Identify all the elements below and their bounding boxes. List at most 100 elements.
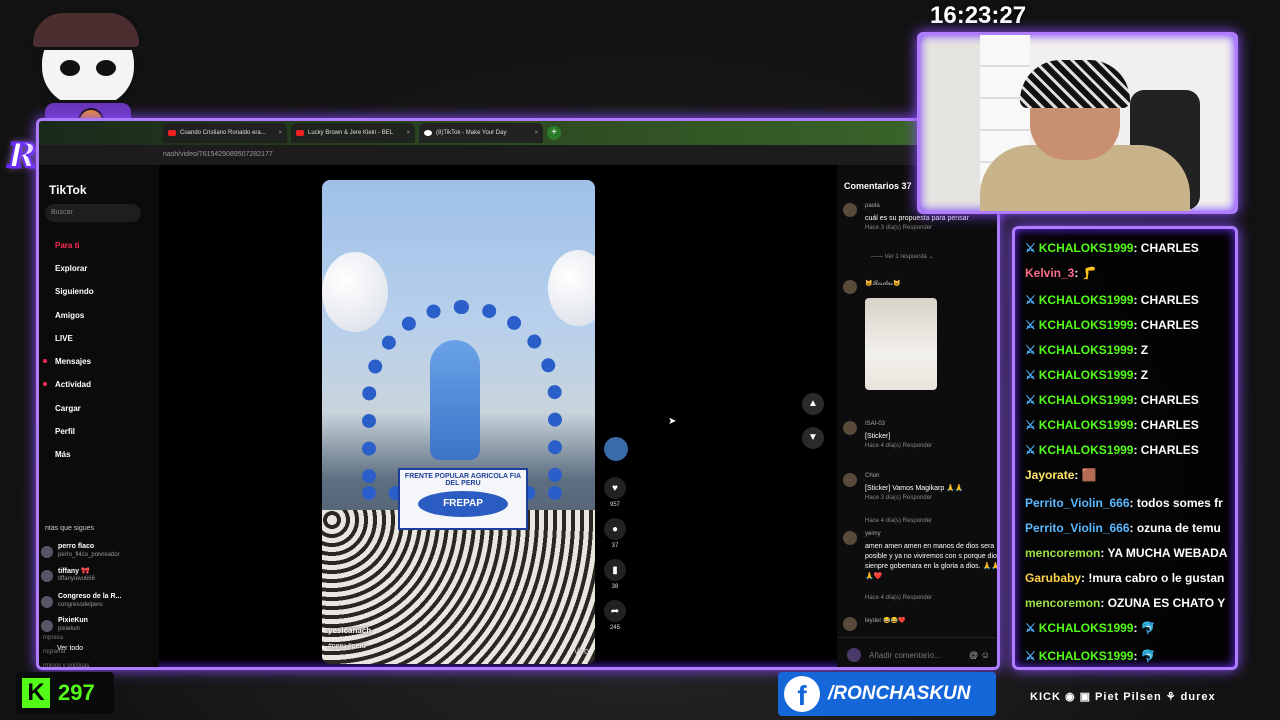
- sword-badge-icon: ⚔: [1025, 343, 1036, 357]
- previous-video-button[interactable]: ▲: [802, 393, 824, 415]
- search-input[interactable]: Buscar: [45, 204, 141, 222]
- chat-username[interactable]: KCHALOKS1999: [1039, 393, 1134, 407]
- nav-cargar[interactable]: Cargar: [55, 404, 81, 413]
- address-bar[interactable]: nash/video/7615429089507282177: [39, 145, 997, 165]
- chat-username[interactable]: Kelvin_3: [1025, 266, 1074, 280]
- comment-meta[interactable]: Hace 4 día(s) Responder: [865, 443, 932, 449]
- kick-chat: ⚔ KCHALOKS1999: CHARLES Kelvin_3: 🦵 ⚔ KCHALO…: [1012, 226, 1238, 670]
- chat-text: : 🦵: [1074, 266, 1097, 280]
- sword-badge-icon: ⚔: [1025, 649, 1036, 663]
- comment-icon[interactable]: ●: [604, 518, 626, 540]
- comment-meta[interactable]: Hace 3 día(s) Responder: [865, 495, 932, 501]
- nav-explorar[interactable]: Explorar: [55, 264, 87, 273]
- action-comment[interactable]: ● 37: [604, 518, 626, 549]
- new-tab-button[interactable]: +: [547, 126, 561, 140]
- browser-tab[interactable]: Cuando Cristiano Ronaldo era... ×: [163, 123, 287, 143]
- chat-username[interactable]: KCHALOKS1999: [1039, 649, 1134, 663]
- action-bookmark[interactable]: ▮ 38: [604, 559, 626, 590]
- chat-username[interactable]: Perrito_Violin_666: [1025, 496, 1130, 510]
- next-video-button[interactable]: ▼: [802, 427, 824, 449]
- tiktok-logo[interactable]: TikTok: [49, 183, 87, 197]
- nav-ms[interactable]: Más: [55, 450, 71, 459]
- comment-user[interactable]: 😺𝓡𝓲𝓼𝓲𝓽𝓪𝓼😺: [865, 280, 901, 288]
- chat-username[interactable]: KCHALOKS1999: [1039, 241, 1134, 255]
- followed-account[interactable]: tiffany 🎀 tiffanyuwu666: [41, 567, 159, 589]
- close-icon[interactable]: ×: [278, 130, 282, 136]
- nav-amigos[interactable]: Amigos: [55, 311, 84, 320]
- tab-label: (8)TikTok - Make Your Day: [436, 130, 507, 136]
- chat-username[interactable]: mencoremon: [1025, 546, 1100, 560]
- close-icon[interactable]: ×: [534, 130, 538, 136]
- chat-username[interactable]: KCHALOKS1999: [1039, 443, 1134, 457]
- nav-parati[interactable]: Para ti: [55, 241, 79, 250]
- close-icon[interactable]: ×: [406, 130, 410, 136]
- nav-live[interactable]: LIVE: [55, 334, 73, 343]
- chat-username[interactable]: Jayorate: [1025, 468, 1074, 482]
- chat-username[interactable]: KCHALOKS1999: [1039, 293, 1134, 307]
- comment-meta[interactable]: Hace 4 día(s) Responder: [865, 595, 932, 601]
- chat-username[interactable]: KCHALOKS1999: [1039, 621, 1134, 635]
- chat-username[interactable]: KCHALOKS1999: [1039, 343, 1134, 357]
- comment-meta[interactable]: Hace 3 día(s) Responder: [865, 225, 932, 231]
- emoji-mention-icons[interactable]: @ ☺: [969, 650, 990, 660]
- comment-user[interactable]: Chon: [865, 473, 879, 479]
- chat-username[interactable]: KCHALOKS1999: [1039, 318, 1134, 332]
- chat-message: ⚔ KCHALOKS1999: Z: [1025, 368, 1148, 382]
- browser-tab[interactable]: Lucky Brown & Jere Klein - BEL ×: [291, 123, 415, 143]
- comment-user[interactable]: paola: [865, 203, 880, 209]
- avatar: [843, 473, 857, 487]
- nav-actividad[interactable]: Actividad: [55, 380, 91, 389]
- heart-icon[interactable]: ♥: [604, 477, 626, 499]
- youtube-icon: [296, 130, 304, 136]
- video-watermark: Veo: [573, 646, 589, 656]
- video-tags[interactable]: #peru #perú: [328, 643, 366, 650]
- footer-link[interactable]: rograma: [43, 649, 65, 655]
- comment-user[interactable]: yeimy: [865, 531, 881, 537]
- browser-tab[interactable]: (8)TikTok - Make Your Day ×: [419, 123, 543, 143]
- action-share[interactable]: ➦ 245: [604, 600, 626, 631]
- followed-account[interactable]: perro flaco perro_fl4co_polvreador: [41, 543, 159, 565]
- share-icon[interactable]: ➦: [604, 600, 626, 622]
- chat-text: : CHARLES: [1133, 241, 1199, 255]
- nav-siguiendo[interactable]: Siguiendo: [55, 287, 94, 296]
- video-player[interactable]: FRENTE POPULAR AGRICOLA FIA DEL PERU FRE…: [322, 180, 595, 664]
- comment-user[interactable]: ISAI-03: [865, 421, 885, 427]
- avatar: [843, 203, 857, 217]
- comment-text: [Sticker] Vamos Magikarp 🙏🙏: [865, 485, 964, 492]
- avatar: [41, 620, 53, 632]
- chat-username[interactable]: mencoremon: [1025, 596, 1100, 610]
- chat-username[interactable]: Garubaby: [1025, 571, 1081, 585]
- sword-badge-icon: ⚔: [1025, 293, 1036, 307]
- video-author[interactable]: yesicanach: [328, 626, 371, 635]
- chat-username[interactable]: KCHALOKS1999: [1039, 368, 1134, 382]
- following-header: ntas que sigues: [45, 525, 95, 532]
- chat-text: : CHARLES: [1133, 418, 1199, 432]
- action-count: 37: [611, 543, 619, 549]
- cat-sticker: [865, 298, 937, 390]
- footer-link[interactable]: rminos y políticas: [43, 663, 89, 667]
- avatar: [41, 546, 53, 558]
- banner-logo: FREPAP: [418, 491, 508, 517]
- account-name: tiffany 🎀: [58, 568, 90, 575]
- footer-link[interactable]: mpresa: [43, 635, 63, 641]
- creator-avatar[interactable]: [604, 437, 628, 461]
- comment-input[interactable]: Añadir comentario...: [869, 651, 941, 660]
- avatar: [843, 617, 857, 631]
- mouse-cursor-icon: ➤: [668, 416, 677, 427]
- comment-user[interactable]: leyder 😂😂❤️: [865, 617, 905, 624]
- chat-message: ⚔ KCHALOKS1999: CHARLES: [1025, 318, 1199, 332]
- nav-perfil[interactable]: Perfil: [55, 427, 75, 436]
- chat-username[interactable]: Perrito_Violin_666: [1025, 521, 1130, 535]
- chat-text: : Z: [1133, 368, 1149, 382]
- kick-logo-icon: K: [22, 678, 50, 708]
- comment-meta[interactable]: Hace 4 día(s) Responder: [865, 518, 932, 524]
- nav-mensajes[interactable]: Mensajes: [55, 357, 91, 366]
- chat-username[interactable]: KCHALOKS1999: [1039, 418, 1134, 432]
- avatar: [41, 570, 53, 582]
- followed-account[interactable]: Congreso de la R... congresodelperu: [41, 593, 159, 615]
- bookmark-icon[interactable]: ▮: [604, 559, 626, 581]
- action-heart[interactable]: ♥ 957: [604, 477, 626, 508]
- view-replies-link[interactable]: —— Ver 1 respuesta ⌄: [871, 253, 933, 260]
- sword-badge-icon: ⚔: [1025, 443, 1036, 457]
- avatar: [41, 596, 53, 608]
